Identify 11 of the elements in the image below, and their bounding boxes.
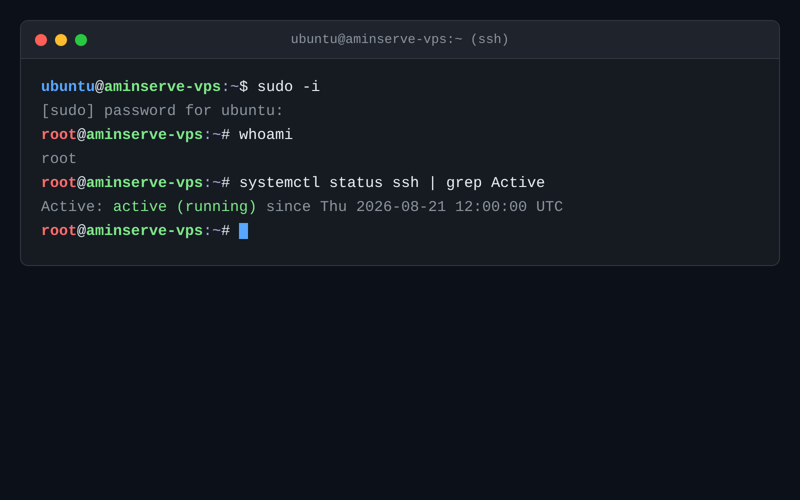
command-line: root@aminserve-vps:~# [41, 222, 230, 240]
command-output: [sudo] password for ubuntu: [41, 102, 284, 120]
maximize-button[interactable] [75, 34, 87, 46]
command-line: root@aminserve-vps:~# systemctl status ssh | grep Active [41, 174, 546, 192]
command-line: root@aminserve-vps:~# whoami [41, 126, 294, 144]
command-line: ubuntu@aminserve-vps:~$ sudo -i [41, 78, 320, 96]
minimize-button[interactable] [55, 34, 67, 46]
close-button[interactable] [35, 34, 47, 46]
window-title: ubuntu@aminserve-vps:~ (ssh) [290, 32, 510, 47]
status-output: Active: active (running) since Thu 2026-08-21 12:00:00 UTC [41, 198, 564, 216]
command-output: root [41, 150, 78, 168]
